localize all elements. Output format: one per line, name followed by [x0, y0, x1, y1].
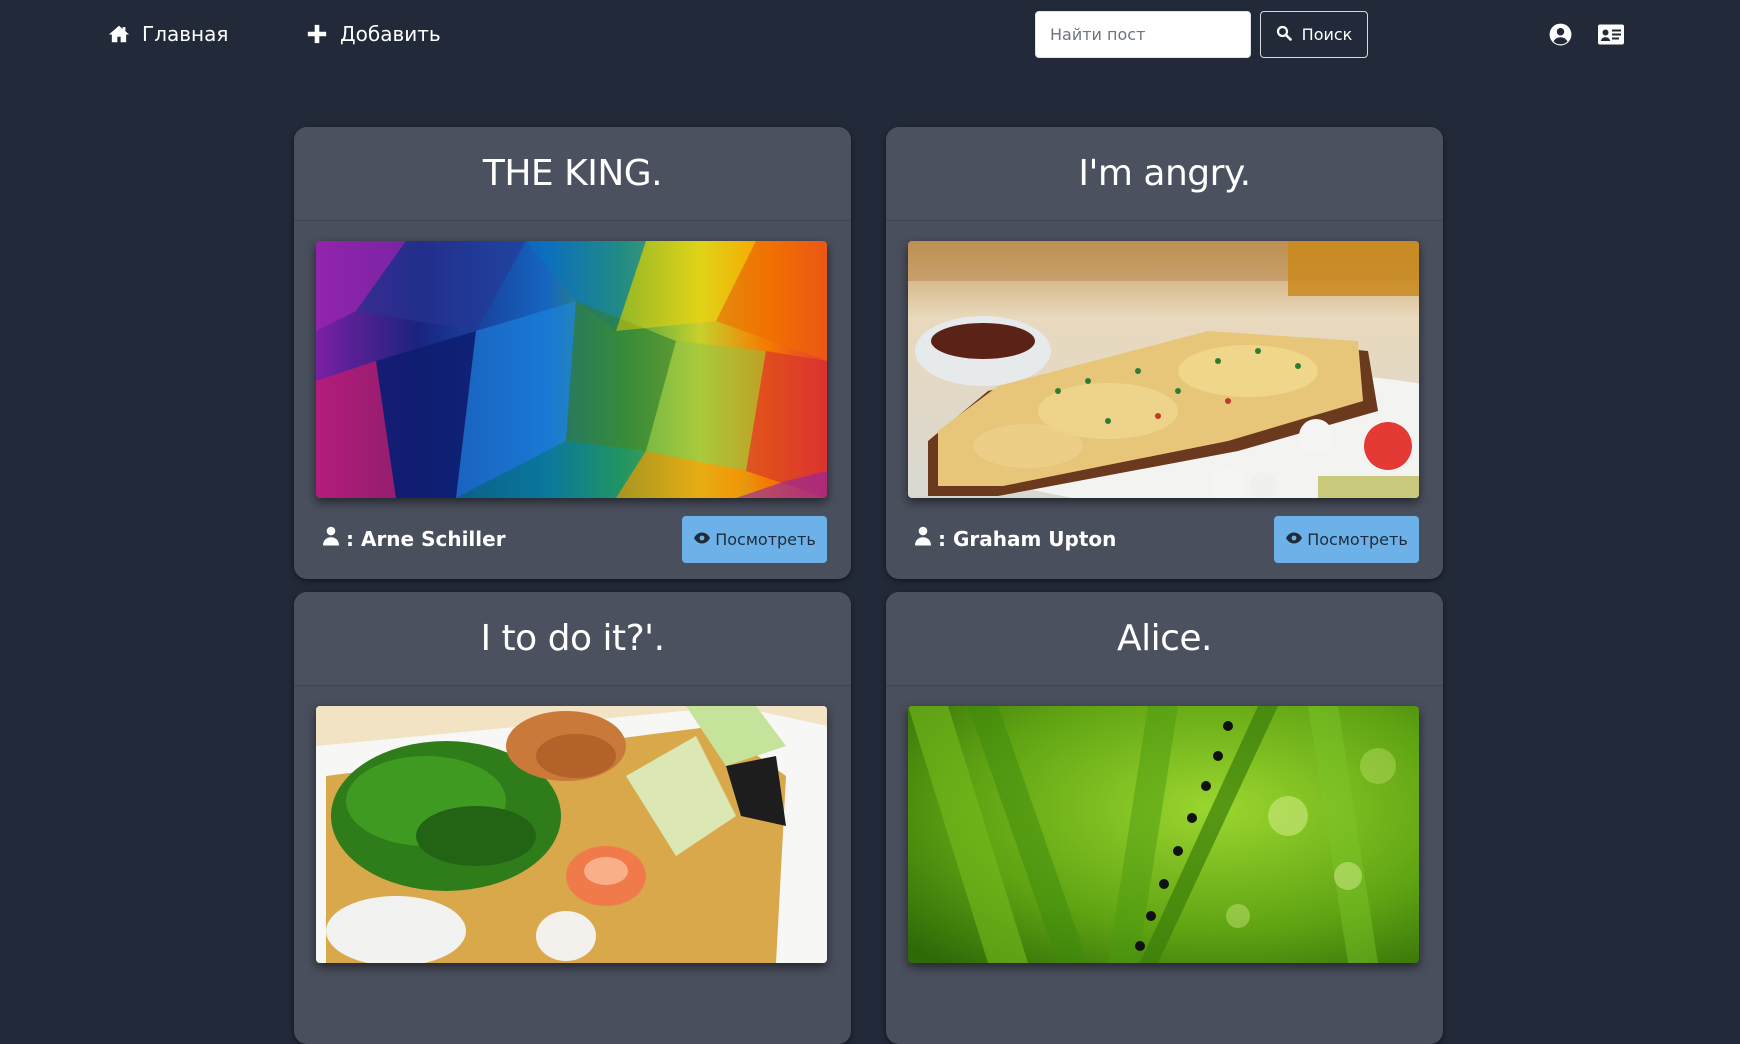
view-post-button[interactable]: Посмотреть [682, 516, 827, 563]
post-image[interactable] [908, 241, 1419, 498]
post-card-header: THE KING. [294, 127, 851, 221]
post-title: I'm angry. [1078, 153, 1251, 194]
view-post-label: Посмотреть [715, 530, 816, 549]
post-card: Alice. [886, 592, 1443, 1044]
post-card: THE KING.: Arne Schiller Посмотреть [294, 127, 851, 579]
post-author: : Arne Schiller [322, 526, 506, 551]
post-image[interactable] [908, 706, 1419, 963]
user-icon [914, 526, 932, 551]
plus-icon [306, 23, 328, 45]
search-input[interactable] [1035, 11, 1251, 58]
eye-icon [693, 530, 711, 549]
user-circle-icon[interactable] [1548, 22, 1573, 47]
view-post-button[interactable]: Посмотреть [1274, 516, 1419, 563]
view-post-label: Посмотреть [1307, 530, 1408, 549]
post-image[interactable] [316, 706, 827, 963]
post-author-name: : Arne Schiller [346, 526, 506, 551]
post-card-footer: : Graham Upton Посмотреть [908, 516, 1419, 564]
post-card: I to do it?'. [294, 592, 851, 1044]
nav-add-label: Добавить [340, 22, 441, 46]
search-icon [1276, 25, 1292, 45]
post-card-footer: : Arne Schiller Посмотреть [316, 516, 827, 564]
navbar: Главная Добавить Поиск [0, 0, 1740, 70]
post-card-header: I to do it?'. [294, 592, 851, 686]
post-card-header: I'm angry. [886, 127, 1443, 221]
home-icon [108, 23, 130, 45]
nav-home-link[interactable]: Главная [108, 22, 228, 46]
nav-add-link[interactable]: Добавить [306, 22, 441, 46]
search-button[interactable]: Поиск [1260, 11, 1368, 58]
eye-icon [1285, 530, 1303, 549]
post-author: : Graham Upton [914, 526, 1116, 551]
nav-home-label: Главная [142, 22, 229, 46]
post-image[interactable] [316, 241, 827, 498]
search-button-label: Поиск [1301, 25, 1353, 44]
post-author-name: : Graham Upton [938, 526, 1117, 551]
post-title: I to do it?'. [480, 618, 665, 659]
post-card: I'm angry.: Graham Upton Посмотреть [886, 127, 1443, 579]
post-title: Alice. [1116, 618, 1213, 659]
id-card-icon[interactable] [1597, 22, 1625, 47]
post-card-header: Alice. [886, 592, 1443, 686]
user-icon [322, 526, 340, 551]
post-title: THE KING. [482, 153, 663, 194]
